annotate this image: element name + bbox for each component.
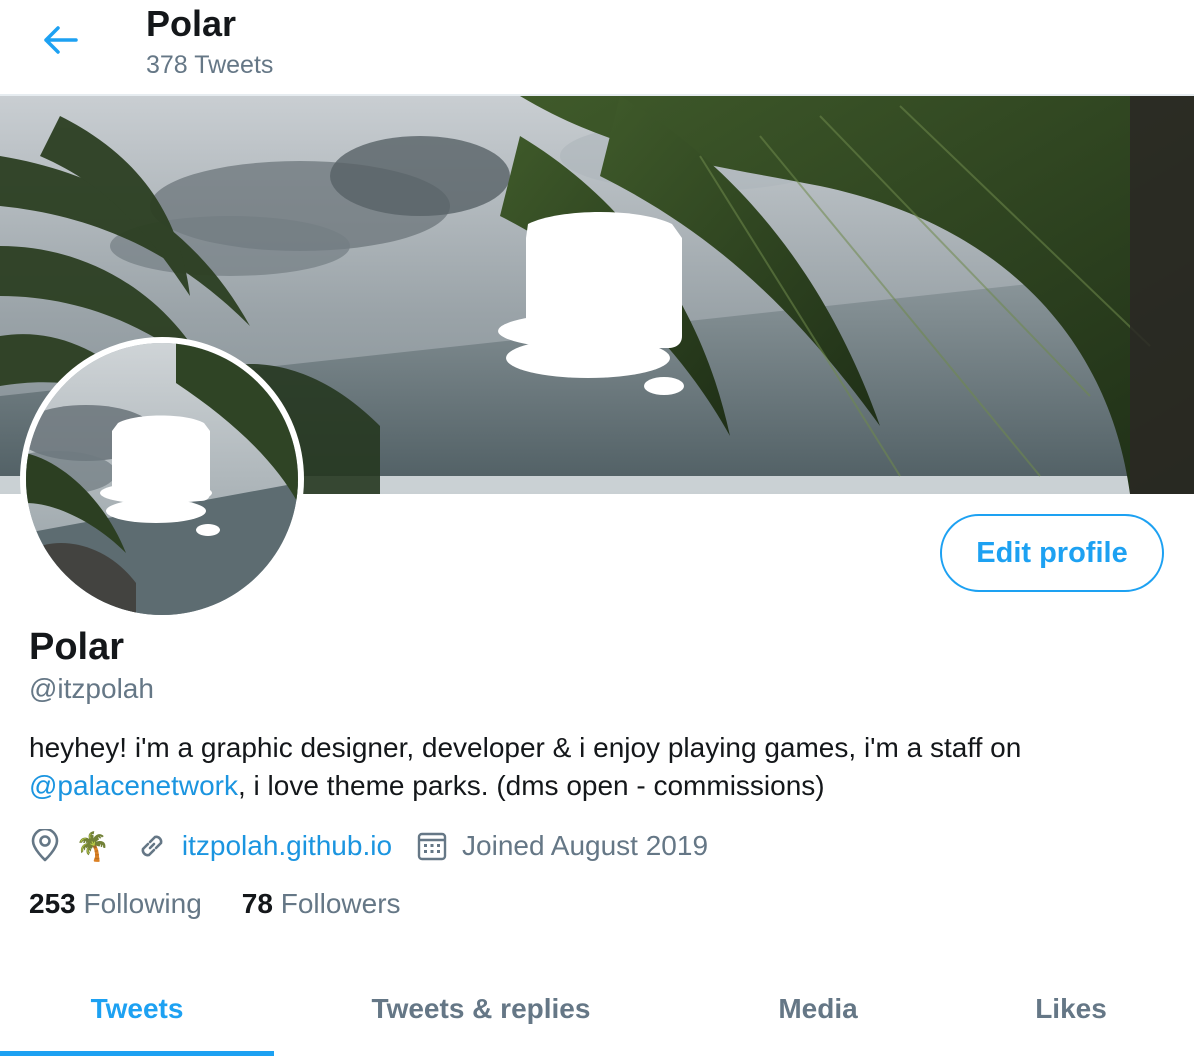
profile-tabs: Tweets Tweets & replies Media Likes [0, 962, 1194, 1056]
profile-bio: heyhey! i'm a graphic designer, develope… [29, 729, 1169, 805]
location-text: 🌴 [75, 829, 110, 863]
followers-label: Followers [280, 888, 401, 919]
location-pin-icon [29, 829, 61, 863]
following-label: Following [83, 888, 202, 919]
profile-stats: 253 Following 78 Followers [29, 886, 401, 922]
calendar-icon [416, 830, 448, 862]
bio-text: heyhey! i'm a graphic designer, develope… [29, 732, 1022, 763]
tab-media[interactable]: Media [720, 962, 916, 1056]
bio-text-continued: , i love theme parks. (dms open - commis… [237, 770, 825, 801]
bio-mention-link[interactable]: @palacenetwork [29, 770, 238, 801]
edit-profile-button[interactable]: Edit profile [940, 514, 1164, 592]
header-tweet-count: 378 Tweets [146, 51, 274, 79]
website-link[interactable]: itzpolah.github.io [182, 830, 392, 862]
profile-meta: 🌴 itzpolah.github.io Joined August 2019 [29, 824, 708, 868]
joined-date: Joined August 2019 [462, 830, 709, 861]
tab-likes[interactable]: Likes [980, 962, 1162, 1056]
following-count: 253 [29, 888, 76, 919]
back-button[interactable] [26, 14, 94, 70]
following-link[interactable]: 253 Following [29, 888, 202, 920]
link-icon [136, 830, 168, 862]
followers-count: 78 [241, 888, 273, 919]
header-title: Polar [146, 3, 237, 44]
profile-page: Polar 378 Tweets Edit profile Polar @itz… [0, 0, 1194, 1056]
profile-avatar[interactable] [20, 337, 304, 621]
profile-handle: @itzpolah [29, 673, 154, 704]
tab-tweets-replies[interactable]: Tweets & replies [320, 962, 642, 1056]
active-tab-indicator [0, 1051, 274, 1056]
arrow-left-icon [42, 25, 78, 60]
profile-display-name: Polar [29, 626, 125, 668]
tab-tweets[interactable]: Tweets [0, 962, 274, 1056]
followers-link[interactable]: 78 Followers [242, 888, 401, 920]
top-header: Polar 378 Tweets [0, 0, 1194, 96]
